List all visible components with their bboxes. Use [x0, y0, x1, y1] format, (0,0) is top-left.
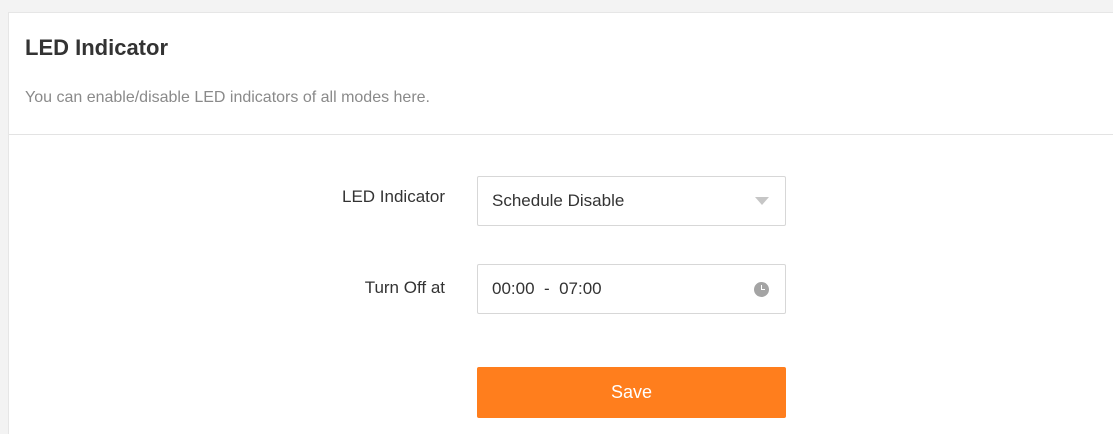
led-settings-card: LED Indicator You can enable/disable LED… — [8, 12, 1113, 434]
clock-icon[interactable] — [754, 281, 769, 297]
save-button[interactable]: Save — [477, 367, 786, 418]
caret-down-icon — [755, 197, 769, 205]
page-title: LED Indicator — [25, 35, 169, 60]
card-header: LED Indicator You can enable/disable LED… — [9, 13, 1113, 135]
led-indicator-label: LED Indicator — [342, 187, 445, 206]
led-indicator-select[interactable]: Schedule Disable — [477, 176, 786, 226]
turn-off-time-input[interactable]: 00:00 - 07:00 — [477, 264, 786, 314]
turn-off-time-value: 00:00 - 07:00 — [492, 279, 602, 298]
led-indicator-value: Schedule Disable — [492, 191, 625, 210]
turn-off-label: Turn Off at — [364, 278, 445, 297]
page-description: You can enable/disable LED indicators of… — [25, 89, 430, 106]
